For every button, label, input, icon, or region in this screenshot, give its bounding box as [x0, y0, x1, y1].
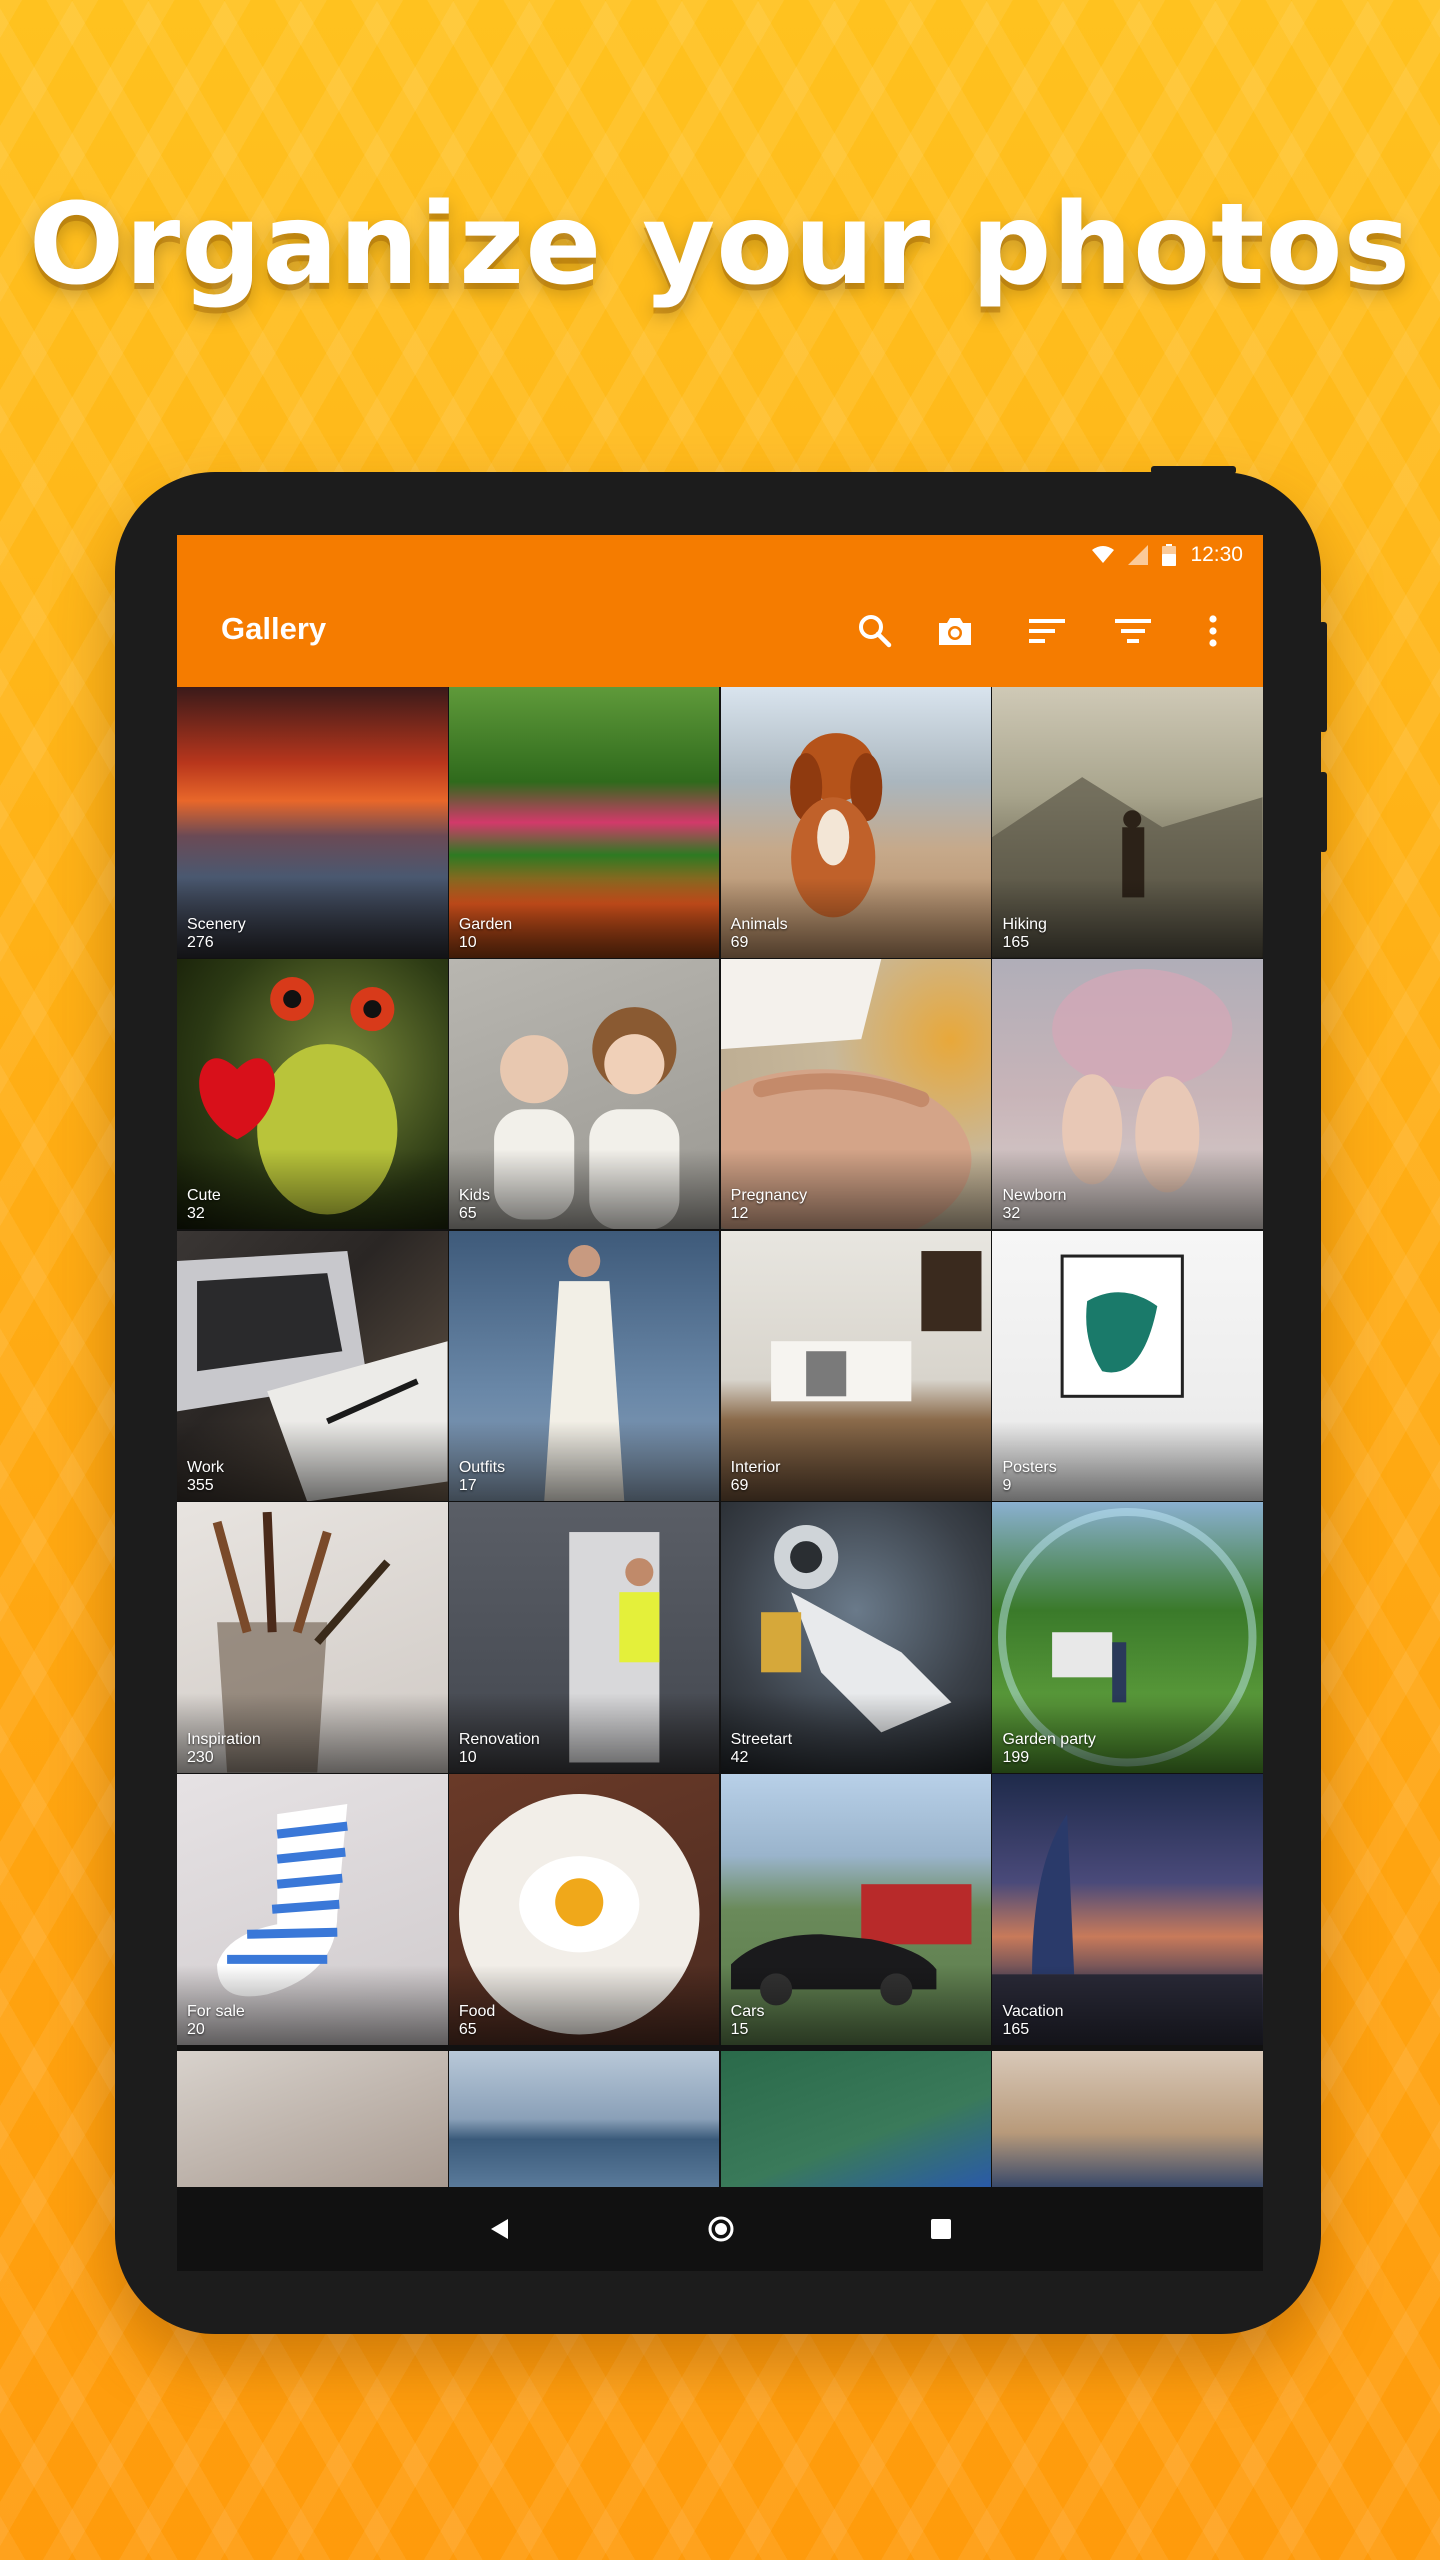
screen: 12:30 Gallery Scenery 276 Garden 10 Anim… [177, 535, 1263, 2271]
album-tile-streetart[interactable]: Streetart 42 [720, 1502, 992, 1773]
album-name: Interior [730, 1459, 781, 1477]
album-count: 10 [458, 1748, 477, 1766]
album-tile-scenery[interactable]: Scenery 276 [177, 687, 448, 958]
album-tile-pregnancy[interactable]: Pregnancy 12 [720, 958, 992, 1230]
album-tile-newborn[interactable]: Newborn 32 [992, 958, 1263, 1230]
toolbar: Gallery [177, 575, 1263, 687]
album-name: Kids [458, 1187, 490, 1205]
album-name: Garden party [1002, 1730, 1096, 1748]
album-name: Cars [730, 2002, 765, 2020]
album-name: Garden [458, 915, 513, 933]
album-count: 165 [1002, 933, 1030, 951]
album-name: Vacation [1002, 2002, 1064, 2020]
album-name: Renovation [458, 1730, 540, 1748]
album-name: Inspiration [187, 1730, 261, 1748]
album-grid: Scenery 276 Garden 10 Animals 69 Hiking … [177, 687, 1263, 2045]
wifi-icon [1092, 546, 1115, 563]
recents-icon[interactable] [923, 2211, 959, 2247]
album-tile-work[interactable]: Work 355 [177, 1230, 448, 1502]
album-count: 355 [187, 1477, 214, 1495]
battery-icon [1162, 544, 1177, 566]
album-name: Posters [1002, 1459, 1057, 1477]
album-tile-for-sale[interactable]: For sale 20 [177, 1774, 448, 2045]
album-count: 69 [730, 933, 749, 951]
album-count: 12 [730, 1205, 749, 1223]
album-count: 165 [1002, 2020, 1030, 2038]
album-name: Food [458, 2002, 496, 2020]
album-tile-partial[interactable] [177, 2051, 448, 2187]
album-tile-partial[interactable] [448, 2051, 720, 2187]
album-count: 276 [187, 933, 214, 951]
album-name: Cute [187, 1187, 221, 1205]
album-count: 9 [1002, 1477, 1012, 1495]
camera-icon[interactable] [935, 611, 975, 651]
album-tile-hiking[interactable]: Hiking 165 [992, 687, 1263, 958]
more-vert-icon[interactable] [1193, 611, 1233, 651]
album-count: 17 [458, 1477, 477, 1495]
album-name: For sale [187, 2002, 245, 2020]
album-count: 32 [187, 1205, 205, 1223]
album-tile-cute[interactable]: Cute 32 [177, 958, 448, 1230]
album-name: Scenery [187, 915, 246, 933]
signal-icon [1128, 545, 1149, 565]
sort-icon[interactable] [1027, 611, 1067, 651]
album-count: 42 [730, 1748, 749, 1766]
album-tile-garden[interactable]: Garden 10 [448, 687, 720, 958]
album-name: Hiking [1002, 915, 1047, 933]
album-tile-food[interactable]: Food 65 [448, 1774, 720, 2045]
album-name: Newborn [1002, 1187, 1067, 1205]
album-name: Animals [730, 915, 788, 933]
album-count: 65 [458, 1205, 477, 1223]
side-button [1319, 772, 1327, 852]
toolbar-title: Gallery [221, 611, 327, 646]
album-tile-renovation[interactable]: Renovation 10 [448, 1502, 720, 1773]
status-time: 12:30 [1190, 543, 1243, 566]
home-icon[interactable] [703, 2211, 739, 2247]
album-grid-partial-row [177, 2051, 1263, 2187]
album-name: Outfits [458, 1459, 506, 1477]
album-tile-animals[interactable]: Animals 69 [720, 687, 992, 958]
album-count: 69 [730, 1477, 749, 1495]
power-button [1151, 466, 1236, 474]
album-tile-cars[interactable]: Cars 15 [720, 1774, 992, 2045]
album-tile-partial[interactable] [992, 2051, 1263, 2187]
album-count: 199 [1002, 1748, 1030, 1766]
headline: Organize your photos [28, 180, 1412, 310]
album-tile-partial[interactable] [720, 2051, 992, 2187]
album-count: 65 [458, 2020, 477, 2038]
album-tile-garden-party[interactable]: Garden party 199 [992, 1502, 1263, 1773]
album-name: Pregnancy [730, 1187, 808, 1205]
status-bar: 12:30 [177, 535, 1263, 575]
album-tile-vacation[interactable]: Vacation 165 [992, 1774, 1263, 2045]
album-tile-posters[interactable]: Posters 9 [992, 1230, 1263, 1502]
album-count: 15 [730, 2020, 749, 2038]
album-name: Work [187, 1459, 225, 1477]
album-count: 32 [1002, 1205, 1021, 1223]
album-tile-outfits[interactable]: Outfits 17 [448, 1230, 720, 1502]
album-count: 230 [187, 1748, 214, 1766]
tablet-frame: 12:30 Gallery Scenery 276 Garden 10 Anim… [115, 466, 1327, 2334]
search-icon[interactable] [855, 611, 895, 651]
album-name: Streetart [730, 1730, 793, 1748]
back-icon[interactable] [482, 2211, 518, 2247]
filter-icon[interactable] [1113, 611, 1153, 651]
album-count: 10 [458, 933, 477, 951]
volume-button [1319, 622, 1327, 732]
album-tile-inspiration[interactable]: Inspiration 230 [177, 1502, 448, 1773]
album-tile-interior[interactable]: Interior 69 [720, 1230, 992, 1502]
album-count: 20 [187, 2020, 205, 2038]
navigation-bar [177, 2187, 1263, 2271]
album-tile-kids[interactable]: Kids 65 [448, 958, 720, 1230]
